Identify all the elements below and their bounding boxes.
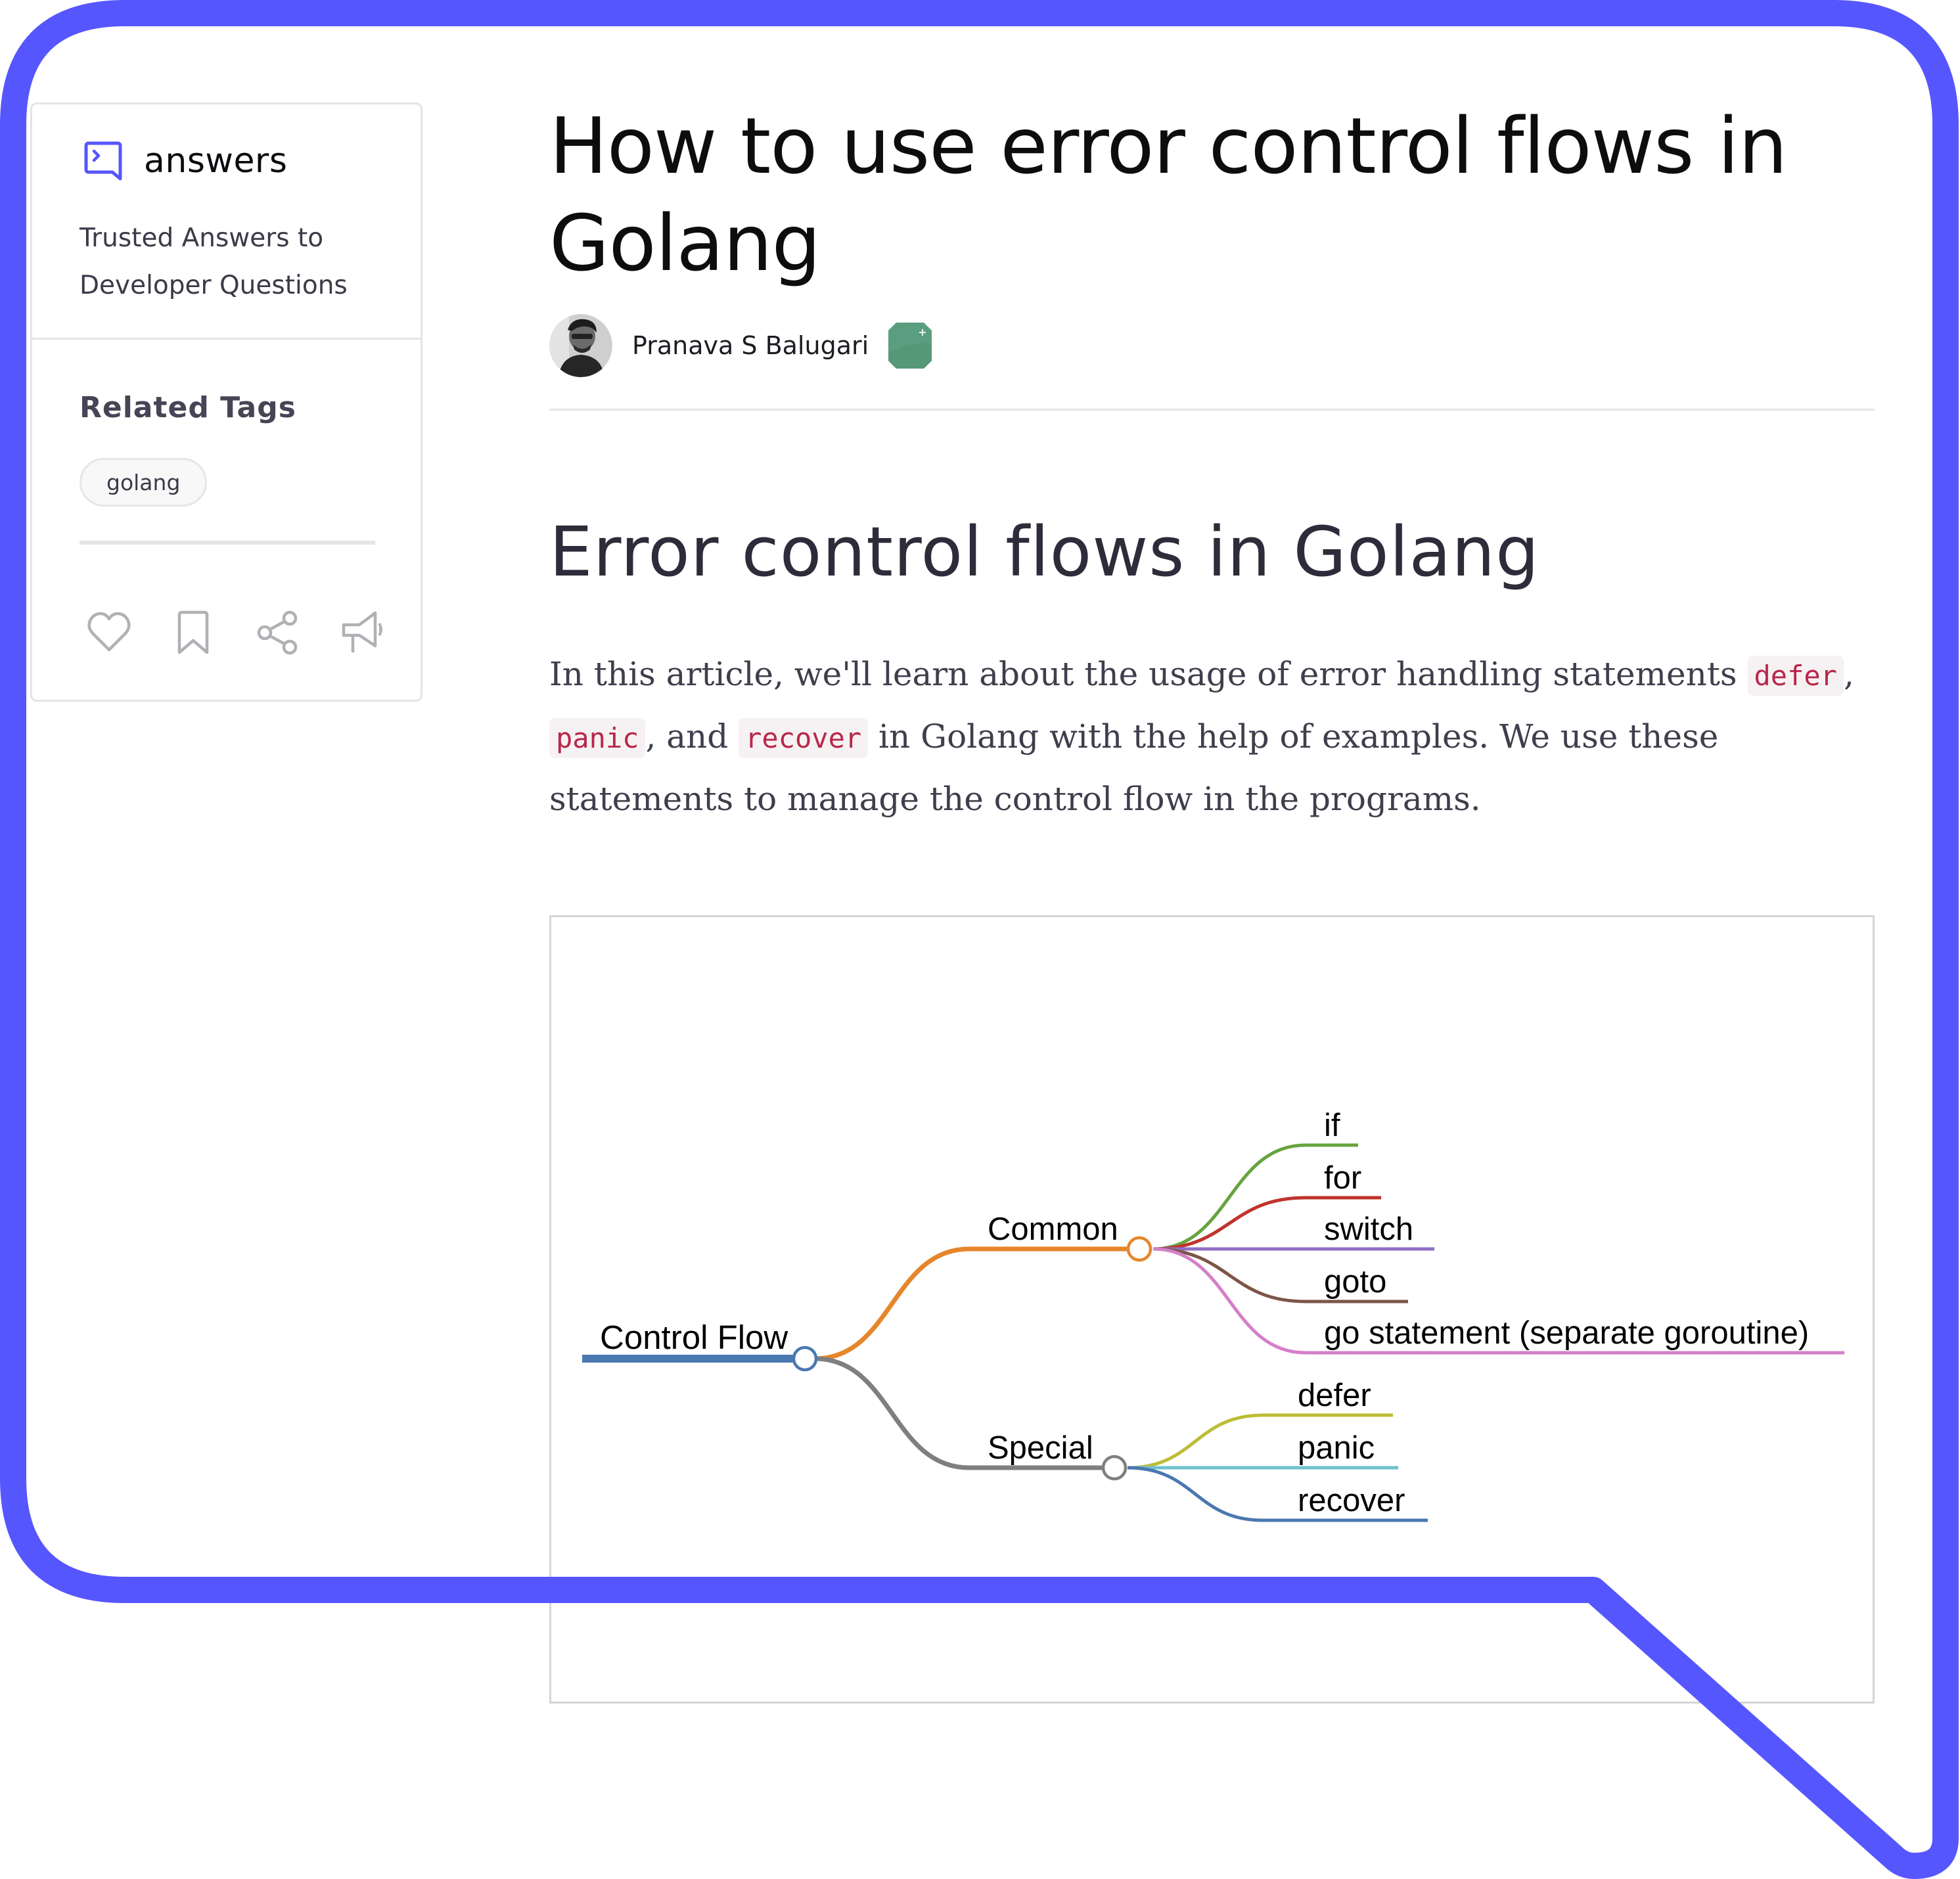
mindmap-leaf-label: panic: [1298, 1430, 1375, 1466]
mindmap-leaf-label: switch: [1324, 1211, 1413, 1247]
mindmap-branch-label: Common: [988, 1211, 1118, 1247]
mindmap-branch-label: Special: [988, 1430, 1093, 1466]
mindmap-branch-node: [1126, 1236, 1152, 1262]
mindmap-leaf-label: if: [1324, 1108, 1340, 1143]
mindmap-leaf-label: go statement (separate goroutine): [1324, 1315, 1809, 1351]
mindmap-branch-node: [1101, 1455, 1128, 1481]
mindmap-branch-edge: [814, 1246, 1128, 1361]
mindmap-root-node: [792, 1346, 818, 1372]
mindmap-diagram: if for switch goto go statement (separate go…: [582, 1108, 1844, 1522]
mindmap-leaf-label: defer: [1298, 1378, 1371, 1413]
mindmap-leaf-label: goto: [1324, 1264, 1386, 1300]
mindmap-root-label: Control Flow: [600, 1319, 788, 1356]
mindmap-leaf-label: for: [1324, 1160, 1361, 1196]
mindmap-leaf-label: recover: [1298, 1483, 1405, 1518]
